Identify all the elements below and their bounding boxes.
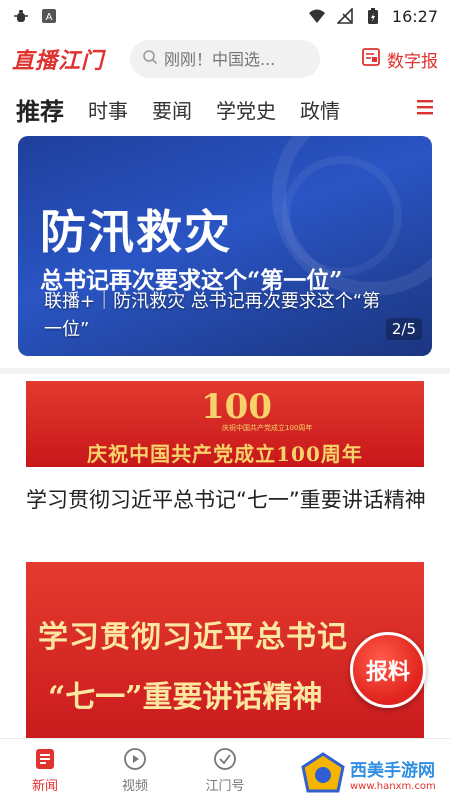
app-header: 直播江门 数字报 <box>0 32 450 86</box>
hero-decoration-inner <box>282 156 402 276</box>
no-signal-icon <box>336 7 354 25</box>
app-logo[interactable]: 直播江门 <box>12 43 130 75</box>
epaper-icon <box>361 47 381 72</box>
menu-icon[interactable] <box>416 99 434 119</box>
hero-pager: 2/5 <box>385 318 422 340</box>
nav-news[interactable]: 新闻 <box>0 739 90 800</box>
epaper-button[interactable]: 数字报 <box>361 47 438 72</box>
status-time: 16:27 <box>391 6 438 26</box>
search-box[interactable] <box>130 40 320 78</box>
search-input[interactable] <box>164 49 304 69</box>
article-image-line2: “七一”重要讲话精神 <box>48 680 323 715</box>
article-image-line1: 学习贯彻习近平总书记 <box>38 620 348 655</box>
report-button[interactable]: 报料 <box>350 632 426 708</box>
bug-icon <box>12 7 30 25</box>
hero-caption: 联播+｜防汛救灾 总书记再次要求这个“第一位” <box>44 291 381 340</box>
section-divider <box>0 368 450 374</box>
check-circle-icon <box>212 746 238 772</box>
tab-headlines[interactable]: 要闻 <box>152 95 192 124</box>
watermark-sub: www.hanxm.com <box>350 781 436 792</box>
anniversary-small-text: 庆祝中国共产党成立100周年 <box>222 424 313 432</box>
tab-party-history[interactable]: 学党史 <box>216 95 276 124</box>
wifi-icon <box>308 7 326 25</box>
anniversary-banner[interactable]: 100 庆祝中国共产党成立100周年 庆祝中国共产党成立100周年 <box>26 381 424 467</box>
news-icon <box>32 746 58 772</box>
nav-news-label: 新闻 <box>31 778 58 794</box>
anniversary-text: 庆祝中国共产党成立100周年 <box>87 442 363 466</box>
hero-banner[interactable]: 防汛救灾 总书记再次要求这个“第一位” 联播+｜防汛救灾 总书记再次要求这个“第… <box>18 136 432 356</box>
hero-headline: 防汛救灾 <box>40 205 232 259</box>
nav-jiangmen-hao[interactable]: 江门号 <box>180 739 270 800</box>
tab-politics[interactable]: 政情 <box>300 95 340 124</box>
watermark-main: 西美手游网 <box>350 761 435 781</box>
a-box-icon: A <box>40 7 58 25</box>
channel-tabs: 推荐 时事 要闻 学党史 政情 <box>0 86 450 132</box>
nav-video[interactable]: 视频 <box>90 739 180 800</box>
battery-icon <box>364 7 382 25</box>
article-title[interactable]: 学习贯彻习近平总书记“七一”重要讲话精神 <box>26 484 426 517</box>
tab-recommend[interactable]: 推荐 <box>16 92 64 127</box>
site-watermark: 西美手游网 www.hanxm.com <box>300 748 450 800</box>
svg-text:A: A <box>46 12 53 23</box>
nav-jiangmen-hao-label: 江门号 <box>205 778 245 794</box>
play-icon <box>122 746 148 772</box>
epaper-label: 数字报 <box>387 51 438 72</box>
tab-current-affairs[interactable]: 时事 <box>88 95 128 124</box>
nav-video-label: 视频 <box>121 778 148 794</box>
status-bar: A 16:27 <box>0 0 450 32</box>
search-icon <box>142 49 158 69</box>
anniversary-logo: 100 <box>201 387 272 427</box>
watermark-logo-icon <box>301 752 345 793</box>
